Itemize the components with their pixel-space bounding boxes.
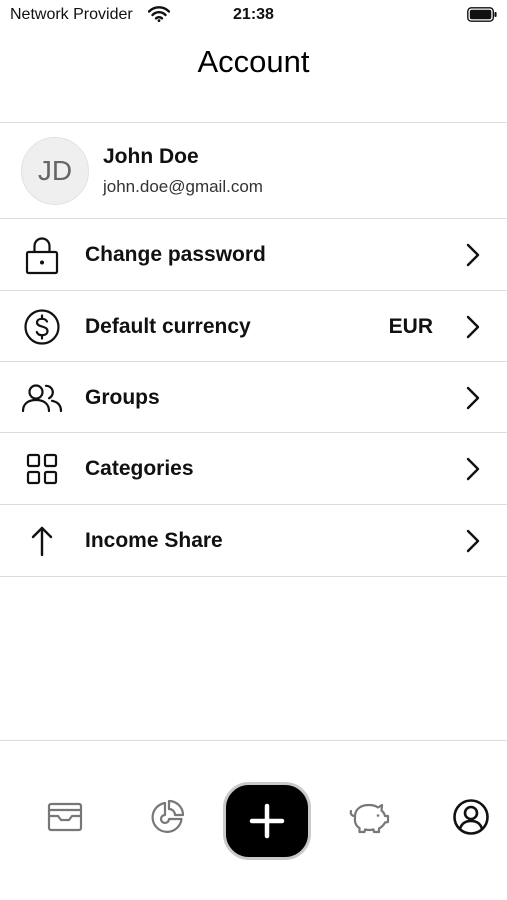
profile-email: john.doe@gmail.com xyxy=(103,177,263,196)
menu-item-change-password[interactable]: Change password xyxy=(0,219,507,290)
menu-item-categories[interactable]: Categories xyxy=(0,433,507,504)
chevron-right-icon xyxy=(466,243,480,267)
battery-icon xyxy=(467,7,497,22)
menu-item-label: Change password xyxy=(85,243,266,266)
chevron-right-icon xyxy=(466,315,480,339)
profile-card[interactable]: JD John Doe john.doe@gmail.com xyxy=(0,124,507,218)
menu-item-label: Default currency xyxy=(85,315,251,338)
piggy-bank-icon[interactable] xyxy=(346,794,392,840)
users-icon xyxy=(21,384,63,413)
divider xyxy=(0,576,507,577)
tab-bar xyxy=(0,740,507,900)
avatar: JD xyxy=(21,137,89,205)
status-time: 21:38 xyxy=(233,6,274,23)
profile-name: John Doe xyxy=(103,145,199,168)
user-circle-icon[interactable] xyxy=(448,794,494,840)
status-bar: Network Provider 21:38 xyxy=(0,0,507,30)
currency-value: EUR xyxy=(388,315,433,338)
menu-item-income-share[interactable]: Income Share xyxy=(0,505,507,576)
menu-item-label: Categories xyxy=(85,457,194,480)
chevron-right-icon xyxy=(466,386,480,410)
menu-item-default-currency[interactable]: Default currency EUR xyxy=(0,291,507,362)
pie-chart-icon[interactable] xyxy=(144,794,190,840)
grid-icon xyxy=(26,453,58,485)
add-icon xyxy=(249,803,285,839)
menu-item-label: Income Share xyxy=(85,529,223,552)
dollar-circle-icon xyxy=(24,309,60,345)
lock-icon xyxy=(25,237,59,275)
chevron-right-icon xyxy=(466,457,480,481)
chevron-right-icon xyxy=(466,529,480,553)
wallet-icon[interactable] xyxy=(42,794,88,840)
add-button[interactable] xyxy=(223,782,311,860)
menu-item-label: Groups xyxy=(85,386,160,409)
divider xyxy=(0,122,507,123)
menu-item-groups[interactable]: Groups xyxy=(0,362,507,433)
page-title: Account xyxy=(197,44,310,79)
arrow-up-icon xyxy=(31,526,53,557)
